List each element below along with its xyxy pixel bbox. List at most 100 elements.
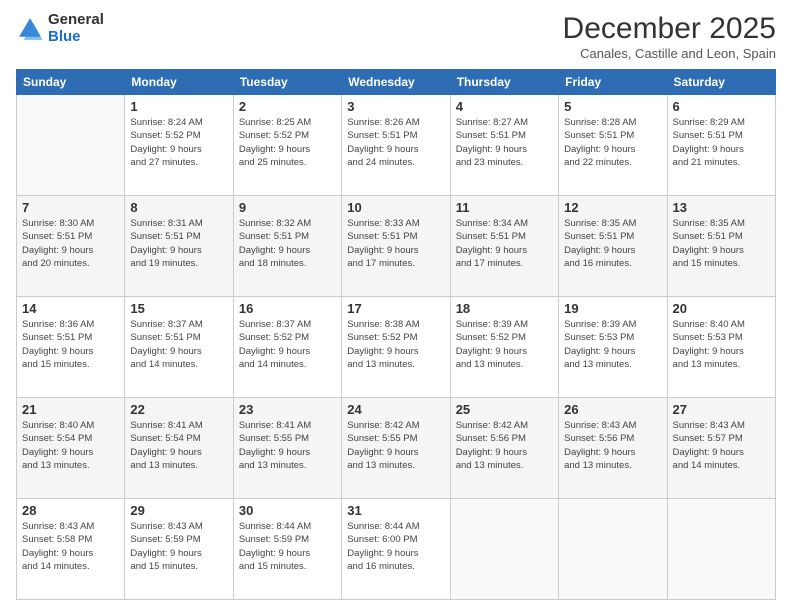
day-info: Sunrise: 8:41 AMSunset: 5:54 PMDaylight:… bbox=[130, 419, 227, 472]
day-number: 6 bbox=[673, 99, 770, 114]
day-number: 11 bbox=[456, 200, 553, 215]
day-info: Sunrise: 8:40 AMSunset: 5:54 PMDaylight:… bbox=[22, 419, 119, 472]
day-info: Sunrise: 8:42 AMSunset: 5:56 PMDaylight:… bbox=[456, 419, 553, 472]
header: General Blue December 2025 Canales, Cast… bbox=[16, 12, 776, 61]
table-row: 12Sunrise: 8:35 AMSunset: 5:51 PMDayligh… bbox=[559, 196, 667, 297]
table-row: 7 Sunrise: 8:30 AMSunset: 5:51 PMDaylight… bbox=[17, 196, 125, 297]
table-row: 21 Sunrise: 8:40 AMSunset: 5:54 PMDayligh… bbox=[17, 398, 125, 499]
day-info: Sunrise: 8:44 AMSunset: 5:59 PMDaylight:… bbox=[239, 520, 336, 573]
day-number: 31 bbox=[347, 503, 444, 518]
day-info: Sunrise: 8:30 AMSunset: 5:51 PMDaylight:… bbox=[22, 217, 119, 270]
day-number: 10 bbox=[347, 200, 444, 215]
logo-text: General Blue bbox=[48, 12, 104, 45]
table-row: 28 Sunrise: 8:43 AMSunset: 5:58 PMDayligh… bbox=[17, 499, 125, 600]
col-sunday: Sunday bbox=[17, 70, 125, 95]
day-number: 20 bbox=[673, 301, 770, 316]
day-info: Sunrise: 8:37 AMSunset: 5:51 PMDaylight:… bbox=[130, 318, 227, 371]
table-row: 5 Sunrise: 8:28 AMSunset: 5:51 PMDaylight… bbox=[559, 95, 667, 196]
day-info: Sunrise: 8:28 AMSunset: 5:51 PMDaylight:… bbox=[564, 116, 661, 169]
day-info: Sunrise: 8:33 AMSunset: 5:51 PMDaylight:… bbox=[347, 217, 444, 270]
calendar-header-row: Sunday Monday Tuesday Wednesday Thursday… bbox=[17, 70, 776, 95]
day-number: 23 bbox=[239, 402, 336, 417]
day-number: 30 bbox=[239, 503, 336, 518]
table-row: 8 Sunrise: 8:31 AMSunset: 5:51 PMDaylight… bbox=[125, 196, 233, 297]
table-row: 1 Sunrise: 8:24 AMSunset: 5:52 PMDaylight… bbox=[125, 95, 233, 196]
location-subtitle: Canales, Castille and Leon, Spain bbox=[563, 46, 776, 61]
table-row: 24Sunrise: 8:42 AMSunset: 5:55 PMDayligh… bbox=[342, 398, 450, 499]
col-tuesday: Tuesday bbox=[233, 70, 341, 95]
day-info: Sunrise: 8:44 AMSunset: 6:00 PMDaylight:… bbox=[347, 520, 444, 573]
day-info: Sunrise: 8:26 AMSunset: 5:51 PMDaylight:… bbox=[347, 116, 444, 169]
day-number: 8 bbox=[130, 200, 227, 215]
day-info: Sunrise: 8:24 AMSunset: 5:52 PMDaylight:… bbox=[130, 116, 227, 169]
day-number: 21 bbox=[22, 402, 119, 417]
day-number: 28 bbox=[22, 503, 119, 518]
col-saturday: Saturday bbox=[667, 70, 775, 95]
table-row bbox=[17, 95, 125, 196]
day-number: 16 bbox=[239, 301, 336, 316]
day-number: 17 bbox=[347, 301, 444, 316]
month-title: December 2025 bbox=[563, 12, 776, 46]
day-number: 7 bbox=[22, 200, 119, 215]
day-number: 14 bbox=[22, 301, 119, 316]
day-number: 25 bbox=[456, 402, 553, 417]
day-number: 18 bbox=[456, 301, 553, 316]
day-info: Sunrise: 8:25 AMSunset: 5:52 PMDaylight:… bbox=[239, 116, 336, 169]
table-row: 4Sunrise: 8:27 AMSunset: 5:51 PMDaylight… bbox=[450, 95, 558, 196]
table-row: 16Sunrise: 8:37 AMSunset: 5:52 PMDayligh… bbox=[233, 297, 341, 398]
day-number: 2 bbox=[239, 99, 336, 114]
day-info: Sunrise: 8:39 AMSunset: 5:53 PMDaylight:… bbox=[564, 318, 661, 371]
table-row: 29 Sunrise: 8:43 AMSunset: 5:59 PMDayligh… bbox=[125, 499, 233, 600]
table-row bbox=[559, 499, 667, 600]
day-info: Sunrise: 8:43 AMSunset: 5:59 PMDaylight:… bbox=[130, 520, 227, 573]
table-row bbox=[450, 499, 558, 600]
day-info: Sunrise: 8:29 AMSunset: 5:51 PMDaylight:… bbox=[673, 116, 770, 169]
col-wednesday: Wednesday bbox=[342, 70, 450, 95]
logo-general-text: General bbox=[48, 12, 104, 29]
day-info: Sunrise: 8:36 AMSunset: 5:51 PMDaylight:… bbox=[22, 318, 119, 371]
logo-blue-text: Blue bbox=[48, 29, 104, 46]
day-number: 27 bbox=[673, 402, 770, 417]
day-info: Sunrise: 8:40 AMSunset: 5:53 PMDaylight:… bbox=[673, 318, 770, 371]
logo-icon bbox=[16, 15, 44, 43]
col-thursday: Thursday bbox=[450, 70, 558, 95]
day-info: Sunrise: 8:35 AMSunset: 5:51 PMDaylight:… bbox=[564, 217, 661, 270]
day-info: Sunrise: 8:41 AMSunset: 5:55 PMDaylight:… bbox=[239, 419, 336, 472]
table-row: 22 Sunrise: 8:41 AMSunset: 5:54 PMDayligh… bbox=[125, 398, 233, 499]
day-info: Sunrise: 8:32 AMSunset: 5:51 PMDaylight:… bbox=[239, 217, 336, 270]
day-number: 5 bbox=[564, 99, 661, 114]
table-row: 11 Sunrise: 8:34 AMSunset: 5:51 PMDayligh… bbox=[450, 196, 558, 297]
table-row: 6 Sunrise: 8:29 AMSunset: 5:51 PMDaylight… bbox=[667, 95, 775, 196]
table-row: 3 Sunrise: 8:26 AMSunset: 5:51 PMDaylight… bbox=[342, 95, 450, 196]
day-info: Sunrise: 8:35 AMSunset: 5:51 PMDaylight:… bbox=[673, 217, 770, 270]
calendar-table: Sunday Monday Tuesday Wednesday Thursday… bbox=[16, 69, 776, 600]
day-info: Sunrise: 8:31 AMSunset: 5:51 PMDaylight:… bbox=[130, 217, 227, 270]
table-row: 2 Sunrise: 8:25 AMSunset: 5:52 PMDaylight… bbox=[233, 95, 341, 196]
table-row: 31 Sunrise: 8:44 AMSunset: 6:00 PMDayligh… bbox=[342, 499, 450, 600]
col-friday: Friday bbox=[559, 70, 667, 95]
table-row: 26Sunrise: 8:43 AMSunset: 5:56 PMDayligh… bbox=[559, 398, 667, 499]
day-info: Sunrise: 8:42 AMSunset: 5:55 PMDaylight:… bbox=[347, 419, 444, 472]
table-row: 27 Sunrise: 8:43 AMSunset: 5:57 PMDayligh… bbox=[667, 398, 775, 499]
day-info: Sunrise: 8:43 AMSunset: 5:57 PMDaylight:… bbox=[673, 419, 770, 472]
logo: General Blue bbox=[16, 12, 104, 45]
table-row: 15 Sunrise: 8:37 AMSunset: 5:51 PMDayligh… bbox=[125, 297, 233, 398]
day-number: 1 bbox=[130, 99, 227, 114]
day-number: 13 bbox=[673, 200, 770, 215]
col-monday: Monday bbox=[125, 70, 233, 95]
table-row: 9 Sunrise: 8:32 AMSunset: 5:51 PMDaylight… bbox=[233, 196, 341, 297]
page: General Blue December 2025 Canales, Cast… bbox=[0, 0, 792, 612]
day-number: 29 bbox=[130, 503, 227, 518]
table-row: 18Sunrise: 8:39 AMSunset: 5:52 PMDayligh… bbox=[450, 297, 558, 398]
day-number: 15 bbox=[130, 301, 227, 316]
day-number: 4 bbox=[456, 99, 553, 114]
day-info: Sunrise: 8:34 AMSunset: 5:51 PMDaylight:… bbox=[456, 217, 553, 270]
table-row: 30 Sunrise: 8:44 AMSunset: 5:59 PMDayligh… bbox=[233, 499, 341, 600]
title-area: December 2025 Canales, Castille and Leon… bbox=[563, 12, 776, 61]
day-number: 19 bbox=[564, 301, 661, 316]
table-row: 25 Sunrise: 8:42 AMSunset: 5:56 PMDayligh… bbox=[450, 398, 558, 499]
day-number: 9 bbox=[239, 200, 336, 215]
day-number: 22 bbox=[130, 402, 227, 417]
day-info: Sunrise: 8:43 AMSunset: 5:58 PMDaylight:… bbox=[22, 520, 119, 573]
day-number: 3 bbox=[347, 99, 444, 114]
